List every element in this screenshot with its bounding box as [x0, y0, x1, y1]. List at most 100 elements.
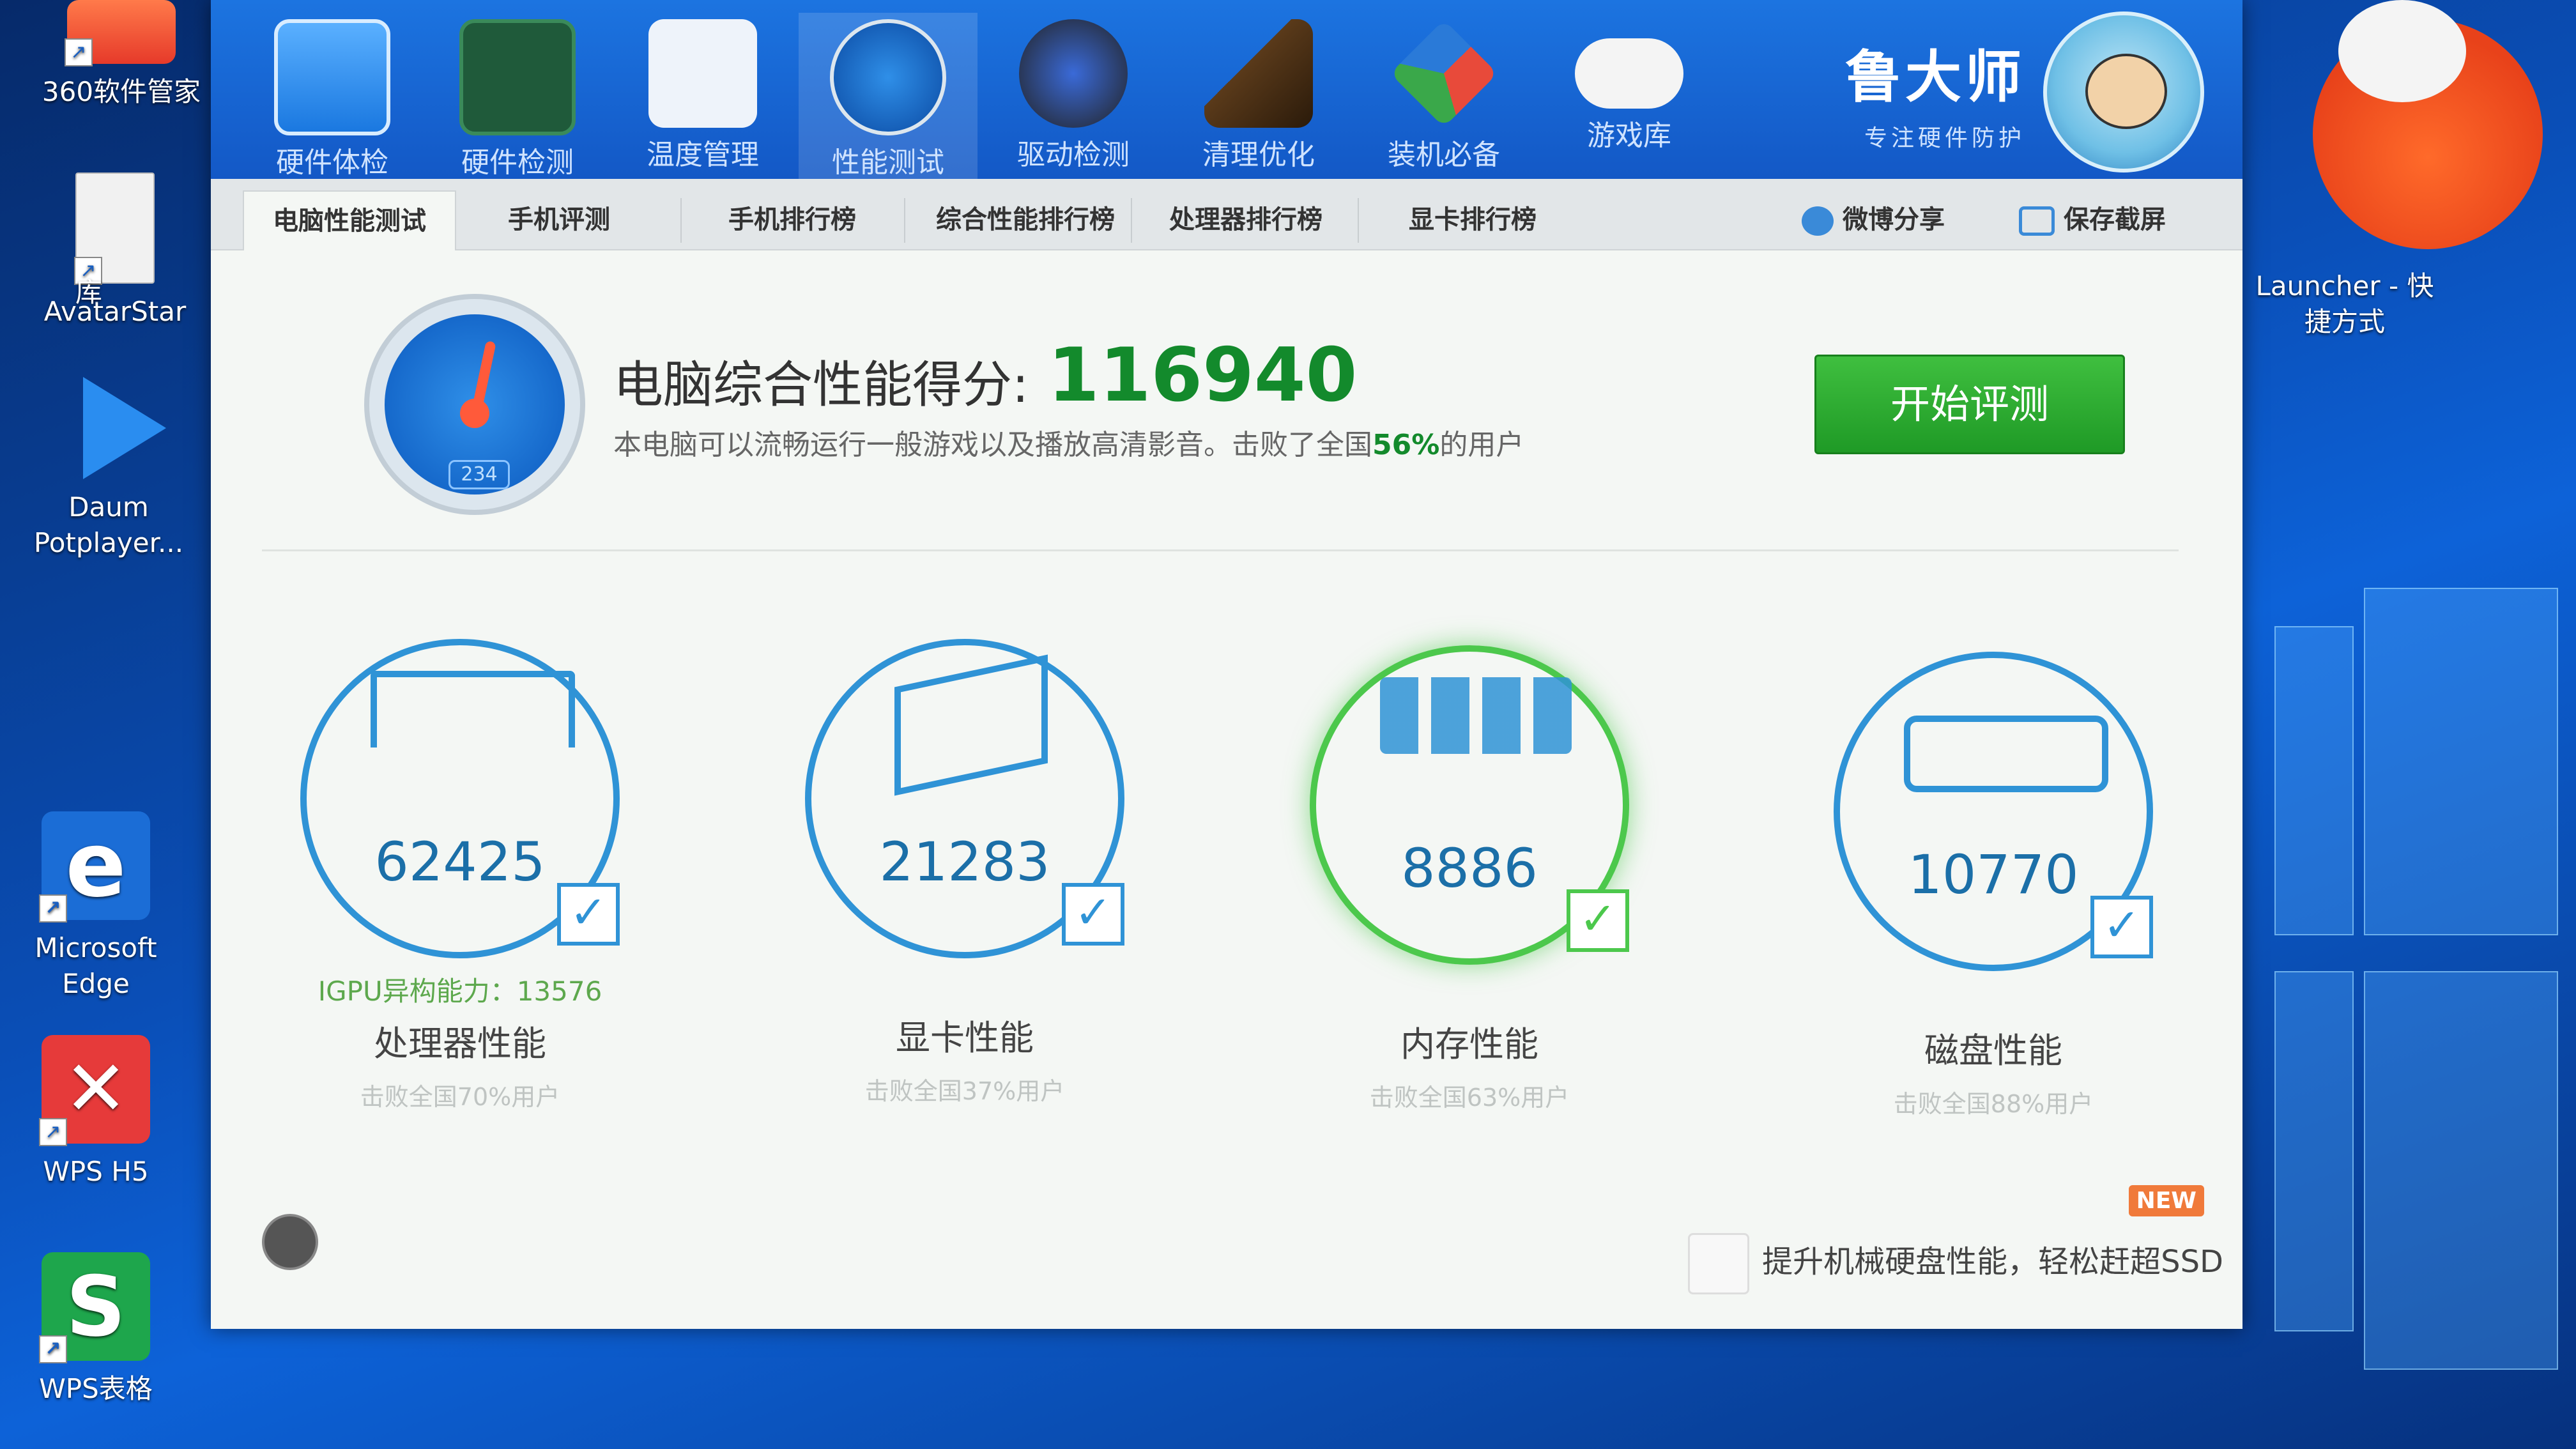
score-desc-prefix: 本电脑可以流畅运行一般游戏以及播放高清影音。击败了全国 — [613, 429, 1372, 461]
tab-separator — [1358, 198, 1359, 243]
tab-cpu-rank[interactable]: 处理器排行榜 — [1134, 190, 1358, 249]
cpu-monitor-icon — [371, 671, 575, 747]
weibo-share-label: 微博分享 — [1843, 205, 1945, 234]
driver-gear-icon — [1019, 19, 1128, 128]
disk-drive-icon — [1904, 716, 2108, 792]
metric-subtext: 击败全国37%用户 — [864, 1077, 1065, 1105]
metric-name: 内存性能 — [1400, 1024, 1538, 1064]
metric-ring: 62425 ✓ — [300, 639, 620, 958]
metric-ring: 8886 ✓ — [1310, 645, 1629, 965]
new-badge: NEW — [2128, 1185, 2204, 1216]
tool-driver[interactable]: 驱动检测 — [984, 13, 1163, 179]
speedometer-icon — [830, 19, 946, 135]
cube-icon — [1390, 19, 1498, 128]
tool-essentials[interactable]: 装机必备 — [1354, 13, 1533, 179]
score-label: 电脑综合性能得分: — [613, 356, 1029, 414]
edge-icon: e ↗ — [39, 811, 150, 923]
app-360-icon: ↗ — [65, 0, 176, 66]
tool-label: 装机必备 — [1388, 139, 1500, 171]
desktop-icon-360[interactable]: ↗ 360软件管家 — [26, 0, 217, 110]
brand-slogan: 专注硬件防护 — [1864, 125, 2025, 151]
play-triangle-icon — [83, 377, 166, 479]
ssd-promo-link[interactable]: 提升机械硬盘性能，轻松赶超SSD — [1688, 1233, 2223, 1294]
desktop-icon-label: Launcher - 快捷方式 — [2255, 270, 2434, 337]
metric-name: 显卡性能 — [896, 1018, 1034, 1058]
metric-subtext: 击败全国70%用户 — [360, 1083, 560, 1111]
mascot-avatar-icon[interactable] — [2043, 12, 2204, 172]
checkmark-icon: ✓ — [1062, 883, 1124, 946]
igpu-capability: IGPU异构能力：13576 — [318, 976, 602, 1007]
metric-subtext: 击败全国63%用户 — [1369, 1084, 1570, 1112]
memory-chip-icon — [1380, 677, 1572, 754]
board-icon — [459, 19, 576, 135]
tab-pc-test[interactable]: 电脑性能测试 — [243, 190, 456, 250]
score-value: 116940 — [1048, 332, 1358, 418]
mascot-head — [2338, 0, 2466, 102]
tool-temperature[interactable]: 温度管理 — [613, 13, 792, 179]
windows-logo-pane — [2274, 626, 2354, 935]
divider — [262, 549, 2179, 551]
score-description: 本电脑可以流畅运行一般游戏以及播放高清影音。击败了全国56%的用户 — [613, 422, 1524, 463]
promo-text: 提升机械硬盘性能，轻松赶超SSD — [1762, 1244, 2223, 1280]
metric-memory[interactable]: 8886 ✓ 内存性能 击败全国63%用户 — [1291, 645, 1648, 1113]
brand: 鲁大师 专注硬件防护 — [1845, 32, 2025, 153]
score-desc-percent: 56% — [1372, 429, 1440, 461]
tab-bar: 电脑性能测试 手机评测 手机排行榜 综合性能排行榜 处理器排行榜 显卡排行榜 微… — [211, 179, 2242, 250]
save-screenshot-label: 保存截屏 — [2064, 205, 2166, 234]
desktop-icon-launcher[interactable]: Launcher - 快捷方式 — [2249, 268, 2441, 340]
gauge-face: 234 — [385, 314, 565, 494]
desktop-icon-label: Microsoft Edge — [34, 932, 157, 999]
partial-desktop-label: 库 — [75, 277, 102, 308]
tool-label: 游戏库 — [1587, 119, 1671, 152]
tool-performance[interactable]: 性能测试 — [799, 13, 977, 179]
desktop-icon-potplayer[interactable]: Daum Potplayer... — [13, 377, 204, 561]
tab-gpu-rank[interactable]: 显卡排行榜 — [1361, 190, 1584, 249]
desktop-icon-label: Daum Potplayer... — [33, 491, 184, 558]
thermometer-icon — [648, 19, 757, 128]
desktop-icon-label: WPS H5 — [43, 1156, 149, 1187]
tool-label: 硬件检测 — [461, 146, 574, 179]
settings-avatar-icon[interactable] — [262, 1214, 318, 1270]
shortcut-arrow-icon: ↗ — [39, 1335, 67, 1363]
file-icon: ↗ — [74, 172, 155, 285]
score-desc-suffix: 的用户 — [1439, 429, 1524, 461]
tab-phone-rank[interactable]: 手机排行榜 — [684, 190, 901, 249]
camera-icon — [2019, 206, 2055, 236]
metric-cpu[interactable]: 62425 ✓ IGPU异构能力：13576 处理器性能 击败全国70%用户 — [281, 639, 639, 1112]
speedometer-gauge-icon: 234 — [364, 294, 585, 515]
broom-icon — [1204, 19, 1313, 128]
desktop-icon-wps-h5[interactable]: ✕ ↗ WPS H5 — [0, 1035, 192, 1190]
tab-separator — [1131, 198, 1132, 243]
metric-subtext: 击败全国88%用户 — [1893, 1090, 2094, 1118]
metric-ring: 10770 ✓ — [1834, 652, 2153, 971]
windows-logo-pane — [2364, 588, 2558, 935]
weibo-share-button[interactable]: 微博分享 — [1802, 190, 1945, 249]
weibo-icon — [1802, 206, 1834, 236]
desktop-icon-label: 360软件管家 — [42, 76, 201, 107]
save-screenshot-button[interactable]: 保存截屏 — [2019, 190, 2166, 249]
tool-hardware-detect[interactable]: 硬件检测 — [428, 13, 607, 179]
checkmark-icon: ✓ — [2090, 896, 2153, 958]
windows-logo-pane — [2364, 971, 2558, 1370]
tool-games[interactable]: 游戏库 — [1540, 13, 1719, 179]
metric-ring: 21283 ✓ — [805, 639, 1124, 958]
top-toolbar: 硬件体检 硬件检测 温度管理 性能测试 驱动检测 清理优化 装机必备 游戏库 鲁… — [211, 0, 2242, 179]
tab-overall-rank[interactable]: 综合性能排行榜 — [907, 190, 1144, 249]
metric-name: 磁盘性能 — [1924, 1031, 2062, 1071]
metric-gpu[interactable]: 21283 ✓ 显卡性能 击败全国37%用户 — [786, 639, 1144, 1107]
start-test-button[interactable]: 开始评测 — [1814, 355, 2125, 454]
checkmark-icon: ✓ — [1567, 889, 1629, 952]
desktop-icon-wps-sheet[interactable]: S ↗ WPS表格 — [0, 1252, 192, 1407]
wps-sheet-icon: S ↗ — [39, 1252, 150, 1363]
tool-label: 清理优化 — [1202, 139, 1315, 171]
tool-cleanup[interactable]: 清理优化 — [1169, 13, 1348, 179]
brand-name: 鲁大师 — [1844, 44, 2025, 110]
tab-phone-review[interactable]: 手机评测 — [454, 190, 664, 249]
tool-hardware-check[interactable]: 硬件体检 — [243, 13, 422, 179]
checkmark-icon: ✓ — [557, 883, 620, 946]
windows-logo-pane — [2274, 971, 2354, 1331]
metric-disk[interactable]: 10770 ✓ 磁盘性能 击败全国88%用户 — [1814, 652, 2172, 1119]
gpu-cube-icon — [894, 654, 1048, 796]
tool-label: 硬件体检 — [276, 146, 388, 179]
desktop-icon-edge[interactable]: e ↗ Microsoft Edge — [0, 811, 192, 1002]
